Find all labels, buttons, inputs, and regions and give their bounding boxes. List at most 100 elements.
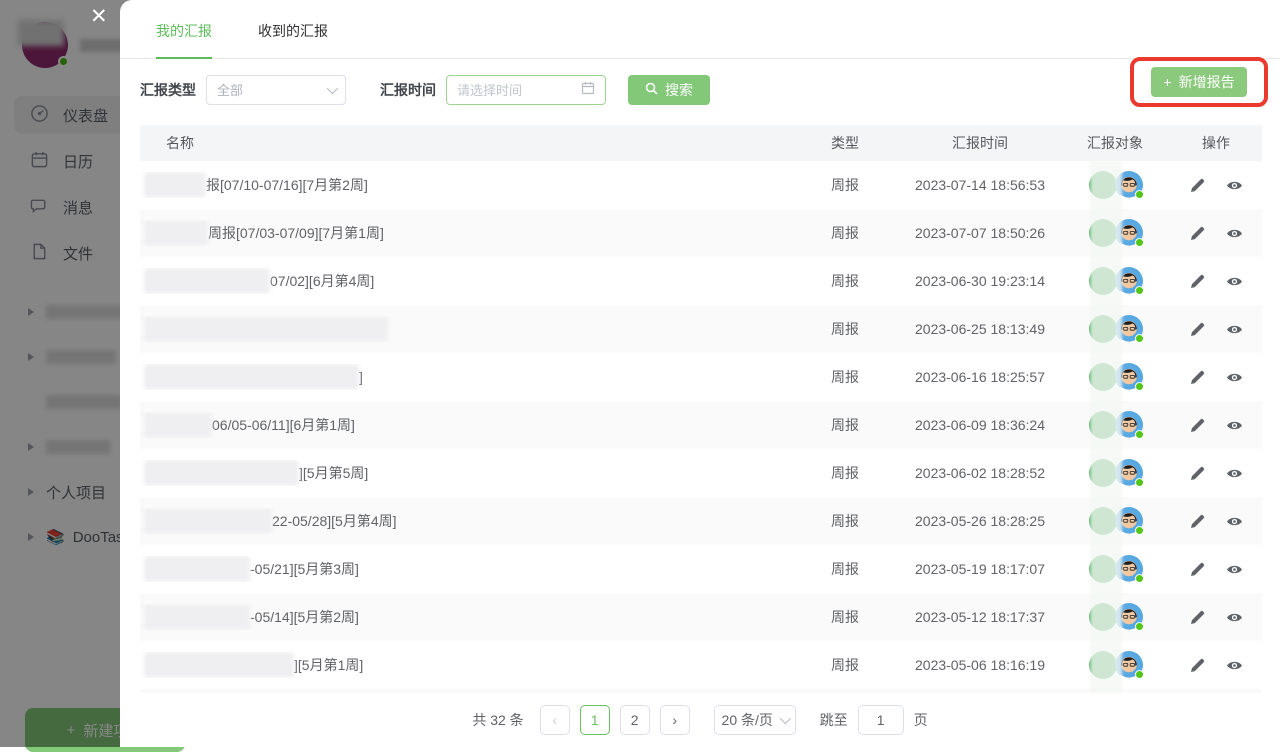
edit-icon[interactable] [1189, 225, 1206, 242]
tab-received-reports[interactable]: 收到的汇报 [258, 21, 328, 59]
report-type-cell: 周报 [790, 175, 900, 195]
view-icon[interactable] [1226, 465, 1243, 482]
report-type-cell: 周报 [790, 367, 900, 387]
online-status-dot [1135, 238, 1144, 247]
online-status-dot [1135, 286, 1144, 295]
online-status-dot [1135, 478, 1144, 487]
prev-page-button[interactable]: ‹ [540, 705, 570, 735]
report-name-cell: ] [140, 364, 790, 390]
jump-page-input[interactable] [858, 705, 904, 735]
redacted-name [144, 556, 250, 582]
online-status-dot [1135, 574, 1144, 583]
report-time-cell: 2023-05-26 18:28:25 [900, 513, 1060, 529]
view-icon[interactable] [1226, 369, 1243, 386]
redacted-name [144, 508, 272, 534]
report-name-visible: 报[07/10-07/16][7月第2周] [206, 175, 368, 195]
redacted-name [144, 316, 388, 342]
redacted-name [144, 604, 250, 630]
online-status-dot [1135, 382, 1144, 391]
report-time-label: 汇报时间 [380, 80, 436, 100]
report-name-visible: 07/02][6月第4周] [270, 271, 374, 291]
view-icon[interactable] [1226, 177, 1243, 194]
report-ops-cell [1170, 321, 1262, 338]
search-button[interactable]: 搜索 [628, 75, 710, 105]
edit-icon[interactable] [1189, 561, 1206, 578]
report-time-cell: 2023-06-16 18:25:57 [900, 369, 1060, 385]
next-page-button[interactable]: › [660, 705, 690, 735]
redacted-name [144, 268, 270, 294]
redacted-name [144, 412, 212, 438]
report-time-cell: 2023-06-02 18:28:52 [900, 465, 1060, 481]
report-name-visible: ][5月第5周] [299, 463, 368, 483]
search-icon [645, 82, 658, 98]
page-button-1[interactable]: 1 [580, 705, 610, 735]
report-type-label: 汇报类型 [140, 80, 196, 100]
report-ops-cell [1170, 273, 1262, 290]
edit-icon[interactable] [1189, 369, 1206, 386]
view-icon[interactable] [1226, 321, 1243, 338]
report-time-picker[interactable]: 请选择时间 [446, 75, 606, 105]
edit-icon[interactable] [1189, 465, 1206, 482]
view-icon[interactable] [1226, 273, 1243, 290]
online-status-dot [1135, 670, 1144, 679]
edit-icon[interactable] [1189, 321, 1206, 338]
edit-icon[interactable] [1189, 513, 1206, 530]
header-time: 汇报时间 [900, 133, 1060, 153]
redaction-smear-band [1090, 161, 1122, 693]
report-type-cell: 周报 [790, 319, 900, 339]
view-icon[interactable] [1226, 609, 1243, 626]
report-time-cell: 2023-05-12 18:17:37 [900, 609, 1060, 625]
jump-to-label: 跳至 [820, 710, 848, 730]
report-name-cell: 06/05-06/11][6月第1周] [140, 412, 790, 438]
report-time-cell: 2023-07-14 18:56:53 [900, 177, 1060, 193]
annotation-box: + 新增报告 [1130, 57, 1268, 107]
report-name-cell: 周报[07/03-07/09][7月第1周] [140, 220, 790, 246]
report-type-cell: 周报 [790, 463, 900, 483]
edit-icon[interactable] [1189, 657, 1206, 674]
edit-icon[interactable] [1189, 177, 1206, 194]
report-name-cell: -05/14][5月第2周] [140, 604, 790, 630]
page-size-select[interactable]: 20 条/页 [714, 705, 796, 735]
view-icon[interactable] [1226, 513, 1243, 530]
report-time-cell: 2023-06-09 18:36:24 [900, 417, 1060, 433]
reports-modal: 我的汇报 收到的汇报 汇报类型 全部 汇报时间 请选择时间 搜索 + 新增报告 … [120, 0, 1280, 747]
view-icon[interactable] [1226, 657, 1243, 674]
tab-my-reports[interactable]: 我的汇报 [156, 21, 212, 59]
chevron-down-icon [327, 82, 338, 93]
report-type-select[interactable]: 全部 [206, 75, 346, 105]
report-time-cell: 2023-06-25 18:13:49 [900, 321, 1060, 337]
view-icon[interactable] [1226, 561, 1243, 578]
report-ops-cell [1170, 657, 1262, 674]
redacted-name [144, 364, 359, 390]
header-target: 汇报对象 [1060, 133, 1170, 153]
report-name-visible: ] [359, 369, 363, 385]
report-type-cell: 周报 [790, 511, 900, 531]
report-ops-cell [1170, 369, 1262, 386]
add-report-button[interactable]: + 新增报告 [1151, 67, 1247, 97]
chevron-down-icon [780, 713, 791, 724]
plus-icon: + [1163, 74, 1171, 90]
redacted-name [144, 172, 206, 198]
report-ops-cell [1170, 609, 1262, 626]
report-ops-cell [1170, 417, 1262, 434]
report-ops-cell [1170, 513, 1262, 530]
report-name-cell: ][5月第5周] [140, 460, 790, 486]
report-name-visible: -05/21][5月第3周] [250, 559, 359, 579]
online-status-dot [1135, 190, 1144, 199]
reports-table: 名称 类型 汇报时间 汇报对象 操作 报[07/10-07/16][7月第2周]… [140, 125, 1262, 693]
report-name-cell [140, 316, 790, 342]
report-name-visible: 06/05-06/11][6月第1周] [212, 415, 355, 435]
page-button-2[interactable]: 2 [620, 705, 650, 735]
pagination-bar: 共 32 条 ‹ 1 2 › 20 条/页 跳至 页 [120, 693, 1280, 747]
view-icon[interactable] [1226, 417, 1243, 434]
edit-icon[interactable] [1189, 609, 1206, 626]
report-name-cell: 22-05/28][5月第4周] [140, 508, 790, 534]
report-ops-cell [1170, 465, 1262, 482]
close-icon[interactable]: ✕ [90, 4, 108, 30]
tab-bar: 我的汇报 收到的汇报 [120, 0, 1280, 59]
header-type: 类型 [790, 133, 900, 153]
view-icon[interactable] [1226, 225, 1243, 242]
edit-icon[interactable] [1189, 273, 1206, 290]
edit-icon[interactable] [1189, 417, 1206, 434]
add-report-label: 新增报告 [1179, 72, 1235, 92]
